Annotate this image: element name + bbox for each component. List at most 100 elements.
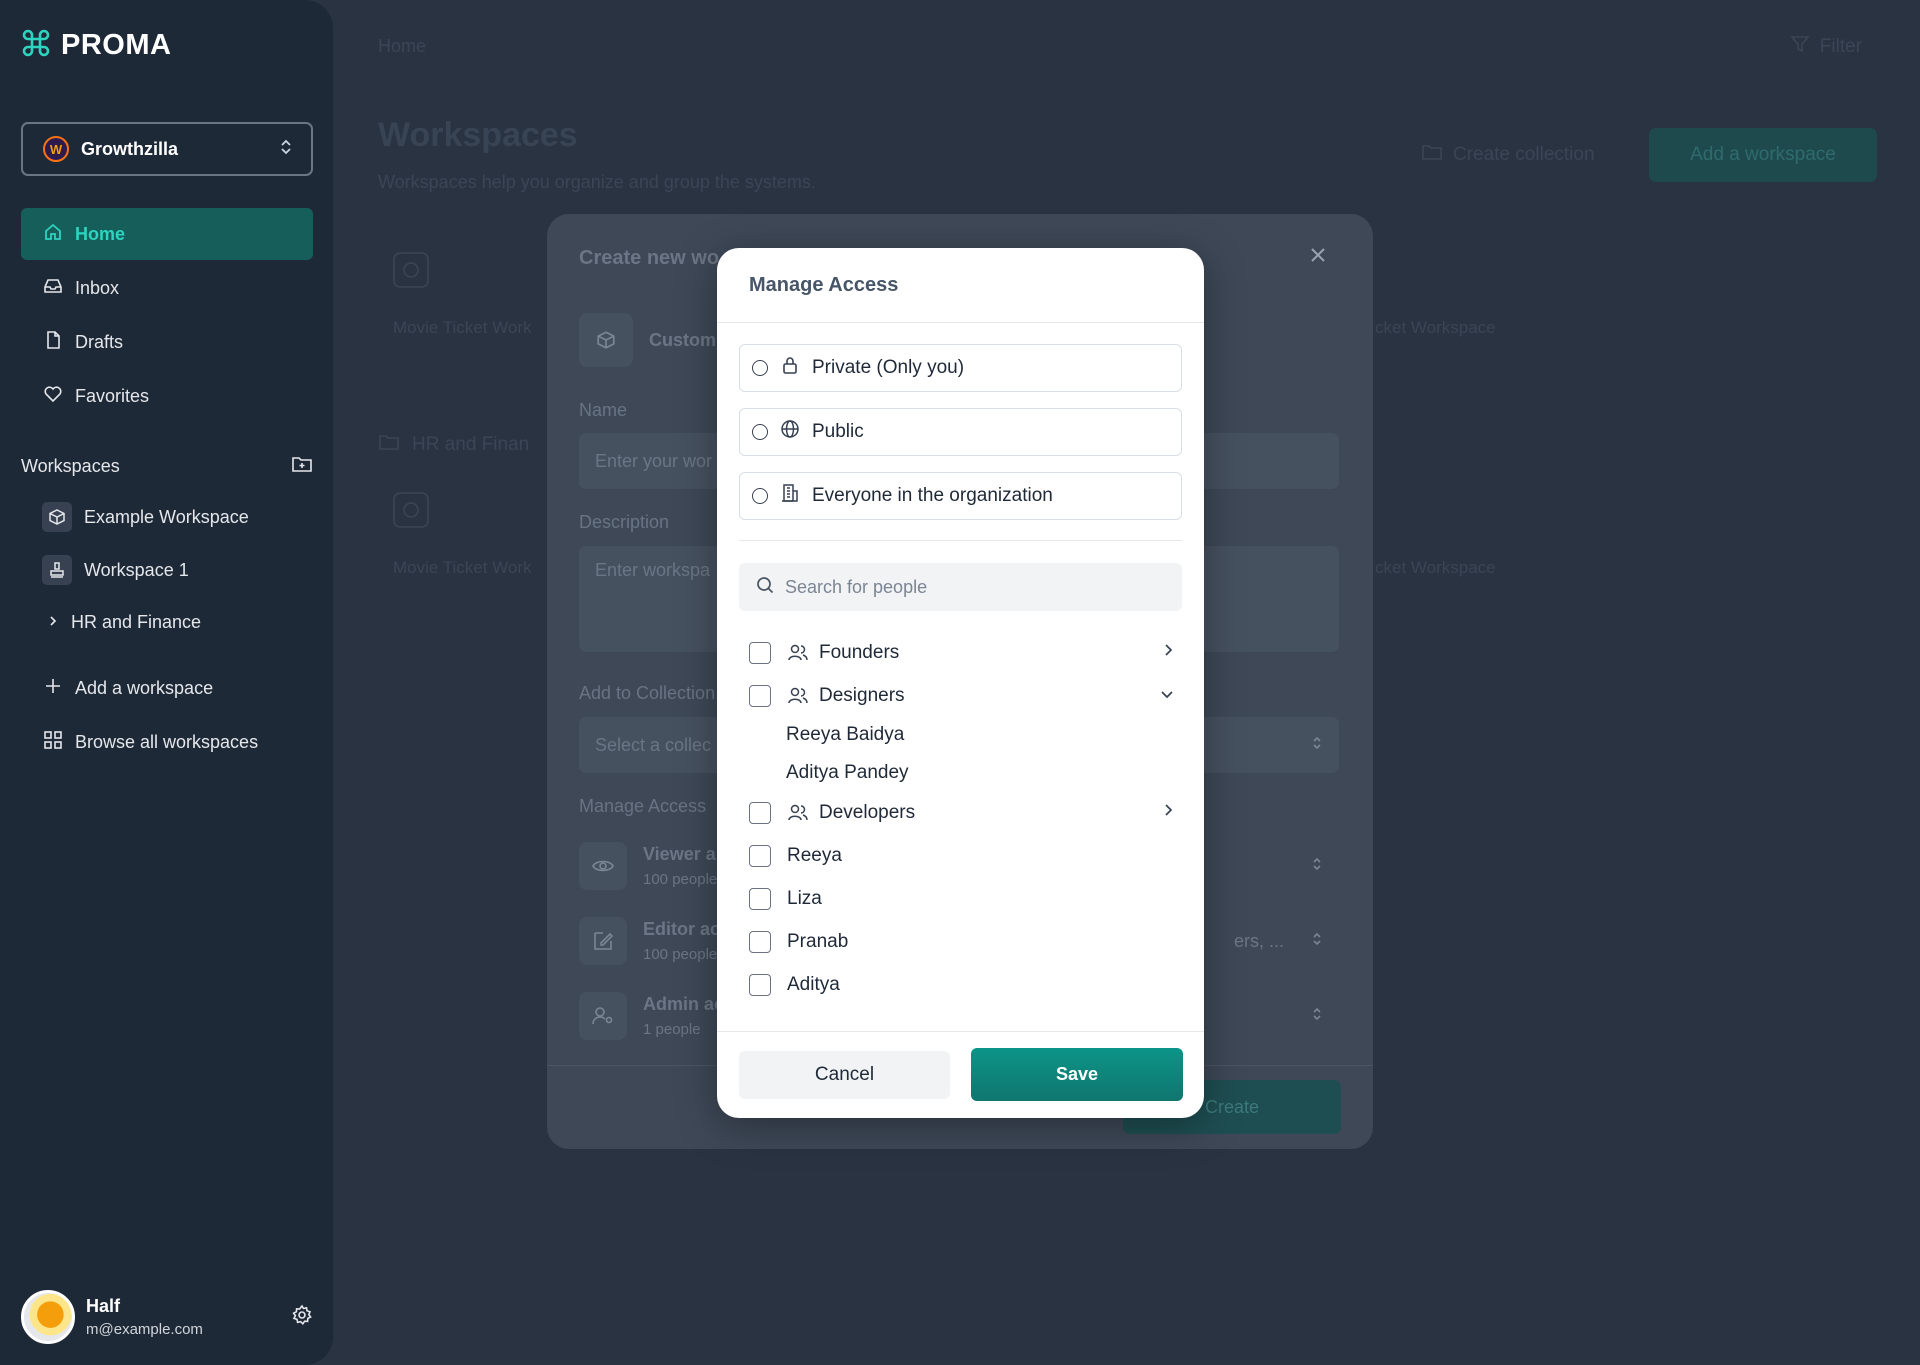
divider [739, 540, 1182, 541]
access-row-title: Viewer a [643, 844, 716, 864]
app-logo[interactable]: PROMA [21, 28, 171, 63]
checkbox[interactable] [749, 642, 771, 664]
person-row[interactable]: Aditya [749, 968, 1175, 1002]
access-row-count: 100 people [643, 871, 718, 888]
workspace-card-title: Movie Ticket Work [393, 558, 532, 577]
logo-text: PROMA [61, 29, 172, 61]
user-cog-icon [579, 992, 627, 1040]
access-row-title: Editor ac [643, 919, 721, 939]
close-icon[interactable] [1309, 246, 1327, 269]
sidebar-workspace-hr-finance[interactable]: HR and Finance [47, 612, 201, 633]
checkbox[interactable] [749, 845, 771, 867]
chevron-right-icon[interactable] [1161, 802, 1175, 824]
access-option-public[interactable]: Public [739, 408, 1182, 456]
nav-inbox[interactable]: Inbox [21, 262, 313, 314]
checkbox[interactable] [749, 685, 771, 707]
user-profile[interactable]: Half m@example.com [21, 1290, 313, 1344]
group-member[interactable]: Aditya Pandey [786, 762, 909, 784]
access-option-label: Private (Only you) [812, 357, 965, 378]
org-switcher[interactable]: W Growthzilla [21, 122, 313, 176]
checkbox[interactable] [749, 802, 771, 824]
org-avatar: W [43, 136, 69, 162]
filter-label: Filter [1819, 36, 1862, 57]
add-folder-icon[interactable] [291, 454, 313, 479]
manage-access-modal: Manage Access Private (Only you) Public … [717, 248, 1204, 1118]
save-button[interactable]: Save [971, 1048, 1183, 1101]
radio-button[interactable] [752, 424, 768, 440]
group-row-developers[interactable]: Developers [749, 796, 1175, 830]
access-option-organization[interactable]: Everyone in the organization [739, 472, 1182, 520]
person-row[interactable]: Liza [749, 882, 1175, 916]
custom-label: Custom [649, 329, 716, 350]
workspace-card-title: cket Workspace [1375, 318, 1496, 337]
search-input[interactable] [785, 576, 1165, 598]
group-label: Founders [819, 642, 900, 663]
access-row-count: 1 people [643, 1021, 701, 1038]
gear-icon[interactable] [291, 1304, 313, 1331]
browse-workspaces-label: Browse all workspaces [75, 731, 259, 752]
group-member[interactable]: Reeya Baidya [786, 724, 904, 746]
nav-favorites[interactable]: Favorites [21, 370, 313, 422]
person-row[interactable]: Pranab [749, 925, 1175, 959]
file-icon [43, 330, 63, 355]
radio-button[interactable] [752, 360, 768, 376]
create-collection-label: Create collection [1453, 144, 1595, 165]
name-label: Name [579, 400, 628, 420]
filter-button: Filter [1790, 34, 1862, 60]
sidebar-workspace-example[interactable]: Example Workspace [42, 502, 249, 532]
sidebar: PROMA W Growthzilla Home Inbox Drafts Fa… [0, 0, 333, 1365]
person-label: Liza [787, 888, 822, 909]
workspace-type-selector[interactable]: Custom [579, 313, 716, 367]
search-icon [755, 575, 775, 600]
page-subtitle: Workspaces help you organize and group t… [378, 172, 816, 192]
workspace-card-icon [393, 492, 429, 533]
sidebar-workspace-1[interactable]: Workspace 1 [42, 555, 189, 585]
sidebar-workspace-label: Example Workspace [84, 506, 249, 527]
filter-icon [1790, 34, 1810, 60]
group-row-designers[interactable]: Designers [749, 679, 1175, 713]
users-icon [787, 686, 809, 706]
checkbox[interactable] [749, 931, 771, 953]
workspace-card-title: cket Workspace [1375, 558, 1496, 577]
nav-home[interactable]: Home [21, 208, 313, 260]
cancel-button[interactable]: Cancel [739, 1051, 950, 1099]
users-icon [787, 803, 809, 823]
checkbox[interactable] [749, 888, 771, 910]
nav-drafts[interactable]: Drafts [21, 316, 313, 368]
chevron-right-icon [47, 612, 59, 633]
collection-select-value: Select a collec [595, 734, 712, 755]
page-title: Workspaces [378, 116, 578, 154]
workspace-card-icon [393, 252, 429, 293]
proma-logo-icon [21, 28, 51, 63]
chevron-right-icon[interactable] [1161, 642, 1175, 664]
workspace-card-title: Movie Ticket Work [393, 318, 532, 337]
group-row-founders[interactable]: Founders [749, 636, 1175, 670]
create-collection-button: Create collection [1421, 142, 1595, 168]
collection-label: Add to Collection [579, 683, 716, 703]
group-label: Developers [819, 802, 916, 823]
globe-icon [780, 419, 800, 445]
building-icon [780, 483, 800, 509]
user-name: Half [86, 1296, 121, 1316]
sidebar-workspace-label: Workspace 1 [84, 559, 189, 580]
chevron-up-down-icon [1311, 735, 1323, 756]
add-workspace-button: Add a workspace [1649, 128, 1877, 182]
manage-access-label: Manage Access [579, 796, 707, 816]
group-label: Designers [819, 685, 905, 706]
cube-icon [42, 502, 72, 532]
people-search[interactable] [739, 563, 1182, 611]
browse-workspaces-link[interactable]: Browse all workspaces [21, 716, 313, 768]
person-row[interactable]: Reeya [749, 839, 1175, 873]
stamp-icon [42, 555, 72, 585]
access-option-private[interactable]: Private (Only you) [739, 344, 1182, 392]
checkbox[interactable] [749, 974, 771, 996]
home-icon [43, 222, 63, 247]
add-workspace-link[interactable]: Add a workspace [21, 662, 313, 714]
radio-button[interactable] [752, 488, 768, 504]
chevron-down-icon[interactable] [1159, 685, 1175, 707]
avatar [21, 1290, 75, 1344]
users-icon [787, 643, 809, 663]
workspaces-heading: Workspaces [21, 456, 120, 476]
add-workspace-label: Add a workspace [75, 677, 214, 698]
person-label: Aditya [787, 974, 840, 995]
